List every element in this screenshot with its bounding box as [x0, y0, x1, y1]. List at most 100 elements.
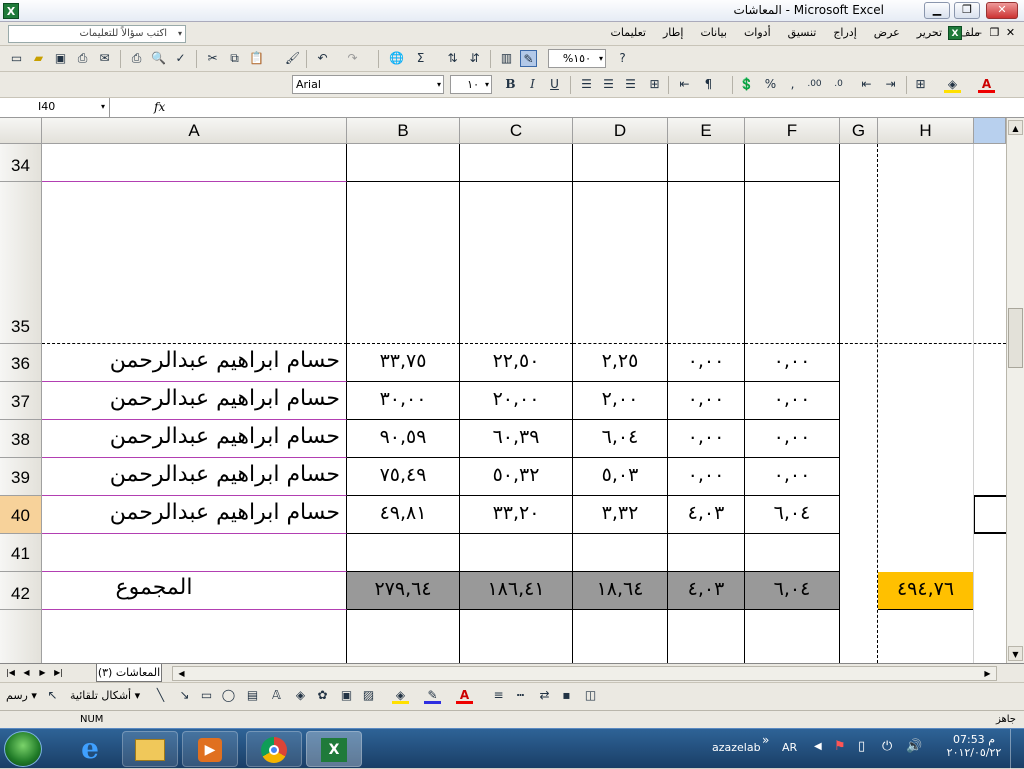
last-sheet-icon[interactable]: ▶| — [52, 666, 65, 680]
select-all-corner[interactable] — [0, 118, 42, 144]
cut-icon[interactable]: ✂ — [204, 50, 221, 67]
scroll-left-icon[interactable]: ◀ — [175, 667, 188, 680]
cell-c36[interactable]: ٢٢,٥٠ — [460, 344, 573, 382]
cell-f41[interactable] — [745, 534, 840, 572]
scroll-thumb[interactable] — [1008, 308, 1023, 368]
diagram-icon[interactable]: ◈ — [292, 687, 309, 704]
autoshapes-menu[interactable]: أشكال تلقائية ▾ — [70, 689, 140, 702]
new-icon[interactable]: ▭ — [8, 50, 25, 67]
scroll-down-icon[interactable]: ▼ — [1008, 646, 1023, 661]
help-icon[interactable]: ? — [614, 50, 631, 67]
row-header[interactable]: 38 — [0, 420, 42, 458]
worksheet-grid[interactable]: A B C D E F G H 34 35 36 حسام ابراهيم عب… — [0, 118, 1024, 663]
fill-color-icon[interactable]: ◈ — [944, 76, 961, 93]
row-header[interactable]: 36 — [0, 344, 42, 382]
column-header-a[interactable]: A — [42, 118, 347, 144]
format-painter-icon[interactable]: 🖌 — [284, 50, 301, 67]
doc-restore-button[interactable]: ❐ — [988, 26, 1001, 39]
draw-menu[interactable]: رسم ▾ — [6, 689, 37, 702]
picture-icon[interactable]: ▣ — [338, 687, 355, 704]
explorer-task[interactable] — [122, 731, 178, 767]
rectangle-icon[interactable]: ▭ — [198, 687, 215, 704]
show-hidden-icons[interactable]: » — [762, 733, 769, 747]
sheet-tab-active[interactable]: المعاشات (٣) — [96, 664, 162, 682]
cell-b38[interactable]: ٩٠,٥٩ — [347, 420, 460, 458]
cell-b35[interactable] — [347, 182, 460, 344]
undo-icon[interactable]: ↶ — [314, 50, 331, 67]
cell-e40[interactable]: ٤,٠٣ — [668, 496, 745, 534]
save-icon[interactable]: ▣ — [52, 50, 69, 67]
hyperlink-icon[interactable]: 🌐 — [388, 50, 405, 67]
workbook-icon[interactable]: X — [948, 26, 962, 40]
cell-b36[interactable]: ٣٣,٧٥ — [347, 344, 460, 382]
row-header[interactable]: 37 — [0, 382, 42, 420]
decrease-decimal-icon[interactable]: .0 — [830, 76, 847, 93]
cell-b34[interactable] — [347, 144, 460, 182]
dash-style-icon[interactable]: ┅ — [512, 687, 529, 704]
chevron-down-icon[interactable]: ▾ — [101, 98, 105, 116]
currency-icon[interactable]: 💲 — [738, 76, 755, 93]
decrease-indent-icon[interactable]: ⇤ — [858, 76, 875, 93]
cell-a35[interactable] — [42, 182, 347, 344]
internet-explorer-icon[interactable]: e — [72, 733, 108, 765]
menu-insert[interactable]: إدراج — [831, 26, 858, 39]
chevron-down-icon[interactable]: ▾ — [599, 50, 603, 67]
name-box[interactable]: I40 ▾ — [0, 98, 110, 117]
font-name-select[interactable]: Arial ▾ — [292, 75, 444, 94]
formula-input[interactable] — [176, 98, 1016, 117]
cell-a37[interactable]: حسام ابراهيم عبدالرحمن — [42, 382, 347, 420]
row-header[interactable]: 35 — [0, 182, 42, 344]
spelling-icon[interactable]: ✓ — [172, 50, 189, 67]
cell-blank[interactable] — [573, 610, 668, 663]
chevron-down-icon[interactable]: ▾ — [485, 76, 489, 93]
minimize-button[interactable]: ▁ — [924, 2, 950, 19]
excel-task[interactable]: X — [306, 731, 362, 767]
row-header-selected[interactable]: 40 — [0, 496, 42, 534]
cell-f39[interactable]: ٠,٠٠ — [745, 458, 840, 496]
textbox-icon[interactable]: ▤ — [244, 687, 261, 704]
cell-b41[interactable] — [347, 534, 460, 572]
cell-f37[interactable]: ٠,٠٠ — [745, 382, 840, 420]
cell-e42-total[interactable]: ٤,٠٣ — [668, 572, 745, 610]
cell-c41[interactable] — [460, 534, 573, 572]
horizontal-scrollbar[interactable]: ▶ ◀ — [172, 666, 997, 681]
print-preview-icon[interactable]: 🔍 — [150, 50, 167, 67]
cell-b42-total[interactable]: ٢٧٩,٦٤ — [347, 572, 460, 610]
menu-window[interactable]: إطار — [661, 26, 685, 39]
insert-picture-icon[interactable]: ▨ — [360, 687, 377, 704]
prev-sheet-icon[interactable]: ◀ — [20, 666, 33, 680]
select-objects-icon[interactable]: ↖ — [44, 687, 61, 704]
cell-f35[interactable] — [745, 182, 840, 344]
sort-ascending-icon[interactable]: ⇅ — [444, 50, 461, 67]
cell-a41[interactable] — [42, 534, 347, 572]
doc-close-button[interactable]: ✕ — [1004, 26, 1017, 39]
row-header[interactable]: 39 — [0, 458, 42, 496]
device-icon[interactable]: ▯ — [858, 739, 865, 754]
arrow-style-icon[interactable]: ⇄ — [536, 687, 553, 704]
row-header[interactable]: 42 — [0, 572, 42, 610]
cell-d35[interactable] — [573, 182, 668, 344]
font-size-select[interactable]: ١٠ ▾ — [450, 75, 492, 94]
tray-arrow-icon[interactable]: ◀ — [814, 741, 822, 752]
cell-blank[interactable] — [745, 610, 840, 663]
cell-c37[interactable]: ٢٠,٠٠ — [460, 382, 573, 420]
line-icon[interactable]: ╲ — [152, 687, 169, 704]
chrome-task[interactable] — [246, 731, 302, 767]
cell-f34[interactable] — [745, 144, 840, 182]
insert-function-icon[interactable]: fx — [154, 100, 165, 114]
zoom-select[interactable]: %١٥٠ ▾ — [548, 49, 606, 68]
column-header-h[interactable]: H — [878, 118, 974, 144]
paste-icon[interactable]: 📋 — [248, 50, 265, 67]
clipart-icon[interactable]: ✿ — [314, 687, 331, 704]
menu-help[interactable]: تعليمات — [609, 26, 648, 39]
chevron-down-icon[interactable]: ▾ — [178, 26, 182, 42]
cell-c40[interactable]: ٣٣,٢٠ — [460, 496, 573, 534]
cell-a38[interactable]: حسام ابراهيم عبدالرحمن — [42, 420, 347, 458]
arrow-icon[interactable]: ↘ — [176, 687, 193, 704]
cell-blank[interactable] — [42, 610, 347, 663]
cell-c42-total[interactable]: ١٨٦,٤١ — [460, 572, 573, 610]
cell-c39[interactable]: ٥٠,٣٢ — [460, 458, 573, 496]
cell-a39[interactable]: حسام ابراهيم عبدالرحمن — [42, 458, 347, 496]
bold-button[interactable]: B — [502, 76, 519, 93]
start-button[interactable] — [4, 731, 42, 767]
